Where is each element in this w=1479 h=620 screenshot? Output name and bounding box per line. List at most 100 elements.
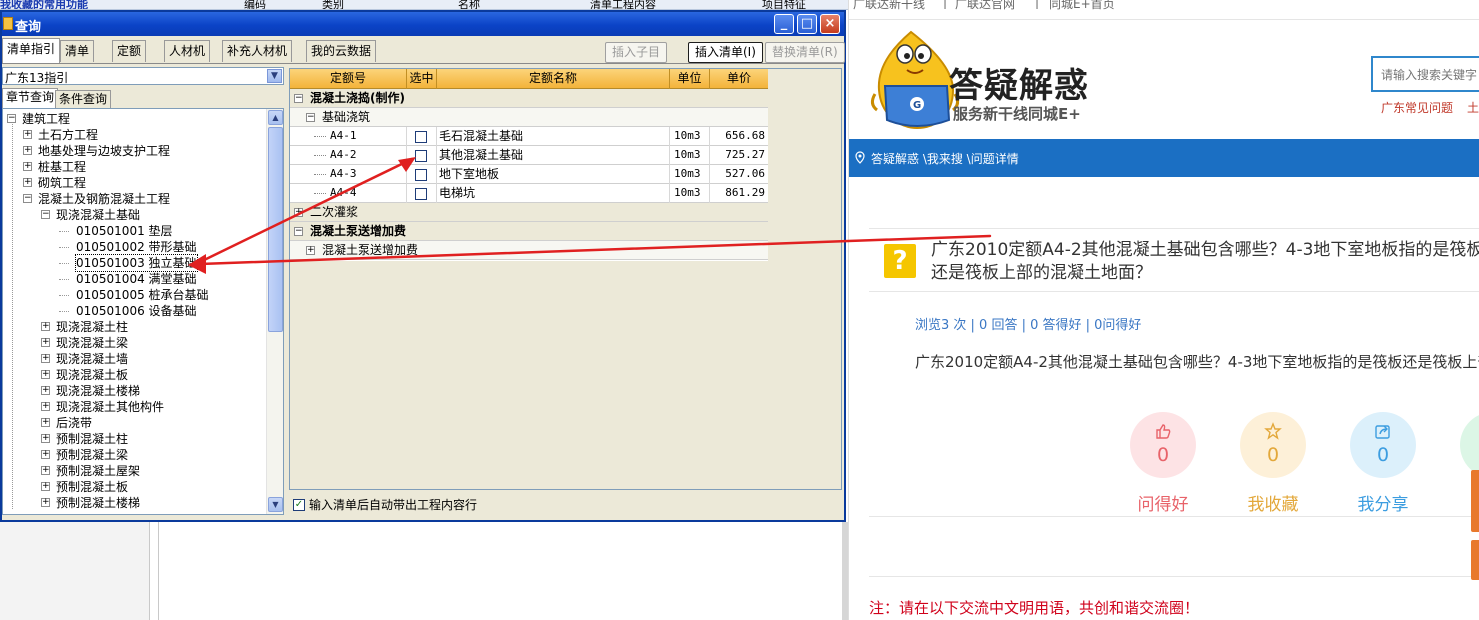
tree-item[interactable]: + 砌筑工程 <box>3 175 265 191</box>
tree-item[interactable]: + 现浇混凝土板 <box>3 367 265 383</box>
action-thumbs-up-button[interactable]: 0 <box>1130 412 1196 478</box>
chevron-down-icon[interactable]: ▼ <box>267 69 282 83</box>
grid-group-row[interactable]: + 二次灌浆 <box>290 203 768 222</box>
tab-list-guide[interactable]: 清单指引 <box>2 38 61 63</box>
dialog-titlebar[interactable]: 查询 _ □ × <box>2 12 844 36</box>
breadcrumb-text[interactable]: 答疑解惑 \我来搜 \问题详情 <box>871 150 1019 167</box>
grid-group-row[interactable]: − 混凝土浇捣(制作) <box>290 89 768 108</box>
side-float-tab-bottom[interactable] <box>1471 540 1479 580</box>
collapse-icon[interactable]: − <box>306 113 315 122</box>
expand-icon[interactable]: + <box>41 338 50 347</box>
collapse-icon[interactable]: − <box>294 227 303 236</box>
tree-item[interactable]: 010501003 独立基础 <box>3 254 265 272</box>
expand-icon[interactable]: + <box>23 146 32 155</box>
expand-icon[interactable]: + <box>41 498 50 507</box>
scroll-down-icon[interactable]: ▼ <box>268 497 283 512</box>
expand-icon[interactable]: + <box>41 418 50 427</box>
expand-icon[interactable]: + <box>41 322 50 331</box>
grid-group-row[interactable]: − 基础浇筑 <box>290 108 768 127</box>
expand-icon[interactable]: + <box>41 354 50 363</box>
table-row[interactable]: A4-2 其他混凝土基础 10m3 725.27 <box>290 146 768 165</box>
tree-item[interactable]: + 现浇混凝土柱 <box>3 319 265 335</box>
insert-list-button[interactable]: 插入清单(I) <box>688 42 763 63</box>
nav-link-home[interactable]: 同城E+首页 <box>1049 0 1115 12</box>
action-label[interactable]: 问得好 <box>1118 490 1208 515</box>
select-checkbox[interactable] <box>415 169 427 181</box>
tree-item[interactable]: + 桩基工程 <box>3 159 265 175</box>
tree-item[interactable]: + 预制混凝土梁 <box>3 447 265 463</box>
select-cell[interactable] <box>407 165 437 184</box>
site-search-box[interactable] <box>1371 56 1479 92</box>
checkmark-icon[interactable]: ✓ <box>293 499 305 511</box>
expand-icon[interactable]: + <box>23 178 32 187</box>
tree-item[interactable]: + 现浇混凝土梁 <box>3 335 265 351</box>
select-checkbox[interactable] <box>415 131 427 143</box>
tree-item[interactable]: + 地基处理与边坡支护工程 <box>3 143 265 159</box>
tab-supplement-materials[interactable]: 补充人材机 <box>222 40 293 62</box>
hot-link-guangdong-faq[interactable]: 广东常见问题 <box>1381 99 1453 116</box>
expand-icon[interactable]: + <box>41 450 50 459</box>
action-answer-button[interactable] <box>1460 412 1479 478</box>
minimize-button[interactable]: _ <box>774 14 794 34</box>
tree-item[interactable]: + 预制混凝土柱 <box>3 431 265 447</box>
select-cell[interactable] <box>407 127 437 146</box>
expand-icon[interactable]: + <box>41 402 50 411</box>
tree-item[interactable]: + 预制混凝土楼梯 <box>3 495 265 511</box>
maximize-button[interactable]: □ <box>797 14 817 34</box>
tree-item[interactable]: − 建筑工程 <box>3 111 265 127</box>
tree-item[interactable]: 010501005 桩承台基础 <box>3 287 265 303</box>
tree-item[interactable]: + 现浇混凝土墙 <box>3 351 265 367</box>
replace-list-button[interactable]: 替换清单(R) <box>765 42 845 63</box>
tree-scrollbar[interactable]: ▲ ▼ <box>266 109 283 514</box>
tree-item[interactable]: + 现浇混凝土其他构件 <box>3 399 265 415</box>
expand-icon[interactable]: + <box>41 466 50 475</box>
expand-icon[interactable]: + <box>306 246 315 255</box>
col-selected[interactable]: 选中 <box>407 69 437 89</box>
tab-cloud-data[interactable]: 我的云数据 <box>306 40 377 62</box>
tab-condition-search[interactable]: 条件查询 <box>55 90 112 108</box>
nav-link-official[interactable]: 广联达官网 <box>955 0 1015 12</box>
grid-group-row[interactable]: + 混凝土泵送增加费 <box>290 241 768 260</box>
expand-icon[interactable]: + <box>294 208 303 217</box>
select-checkbox[interactable] <box>415 150 427 162</box>
expand-icon[interactable]: + <box>23 162 32 171</box>
tree-item[interactable]: 010501004 满堂基础 <box>3 271 265 287</box>
tab-materials[interactable]: 人材机 <box>164 40 211 62</box>
site-logo[interactable]: G 答疑解惑 服务新干线同城E+ <box>867 24 1127 134</box>
action-label[interactable]: 我收藏 <box>1228 490 1318 515</box>
tree-item[interactable]: + 土石方工程 <box>3 127 265 143</box>
col-quota-code[interactable]: 定额号 <box>290 69 407 89</box>
collapse-icon[interactable]: − <box>294 94 303 103</box>
select-checkbox[interactable] <box>415 188 427 200</box>
tree-item[interactable]: + 现浇混凝土楼梯 <box>3 383 265 399</box>
select-cell[interactable] <box>407 184 437 203</box>
side-float-tab-top[interactable] <box>1471 470 1479 532</box>
close-button[interactable]: × <box>820 14 840 34</box>
tree-item[interactable]: 010501001 垫层 <box>3 223 265 239</box>
select-cell[interactable] <box>407 146 437 165</box>
nav-link-newline[interactable]: 广联达新干线 <box>853 0 925 12</box>
tree-item[interactable]: 010501002 带形基础 <box>3 239 265 255</box>
expand-icon[interactable]: + <box>41 434 50 443</box>
tab-chapter-search[interactable]: 章节查询 <box>2 88 59 109</box>
hot-link-more[interactable]: 土 <box>1467 99 1479 116</box>
action-label[interactable]: 我分享 <box>1338 490 1428 515</box>
col-unit[interactable]: 单位 <box>670 69 710 89</box>
expand-icon[interactable]: + <box>23 130 32 139</box>
collapse-icon[interactable]: − <box>23 194 32 203</box>
guide-select[interactable]: 广东13指引 ▼ <box>2 67 284 85</box>
search-input[interactable] <box>1381 66 1479 84</box>
insert-child-button[interactable]: 插入子目 <box>605 42 668 63</box>
collapse-icon[interactable]: − <box>7 114 16 123</box>
tab-list[interactable]: 清单 <box>60 40 95 62</box>
tree-item[interactable]: + 预制混凝土屋架 <box>3 463 265 479</box>
tab-quota[interactable]: 定额 <box>112 40 147 62</box>
expand-icon[interactable]: + <box>41 482 50 491</box>
grid-group-row[interactable]: − 混凝土泵送增加费 <box>290 222 768 241</box>
tree-item[interactable]: − 现浇混凝土基础 <box>3 207 265 223</box>
scroll-thumb[interactable] <box>268 127 283 332</box>
collapse-icon[interactable]: − <box>41 210 50 219</box>
action-share-button[interactable]: 0 <box>1350 412 1416 478</box>
table-row[interactable]: A4-1 毛石混凝土基础 10m3 656.68 <box>290 127 768 146</box>
scroll-up-icon[interactable]: ▲ <box>268 110 283 125</box>
